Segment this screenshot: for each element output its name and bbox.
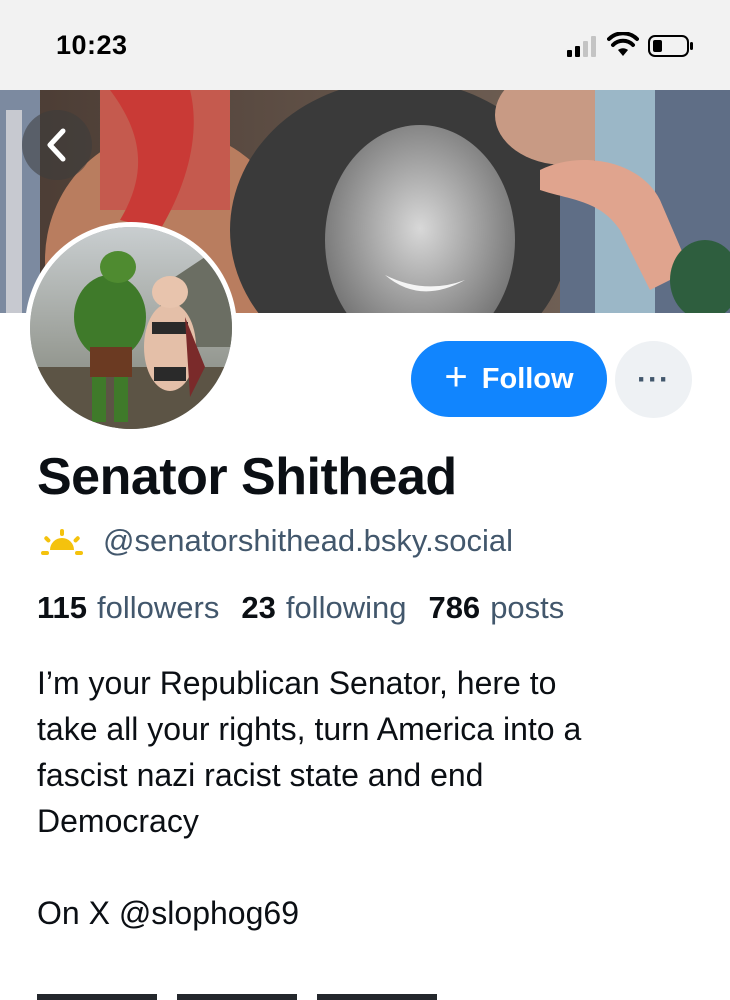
follow-button-label: Follow (481, 362, 574, 395)
followers-stat[interactable]: 115 followers (37, 590, 219, 626)
status-bar: 10:23 (0, 0, 730, 90)
followers-count: 115 (37, 590, 88, 625)
back-button[interactable] (22, 110, 92, 180)
posts-label: posts (490, 590, 565, 625)
handle: @senatorshithead.bsky.social (103, 523, 513, 558)
following-label: following (285, 590, 407, 625)
plus-icon: + (444, 355, 468, 399)
follow-button[interactable]: + Follow (411, 341, 607, 417)
avatar[interactable] (25, 222, 237, 434)
wifi-icon (607, 32, 639, 56)
battery-icon (648, 35, 693, 57)
posts-count: 786 (428, 590, 481, 625)
following-stat[interactable]: 23 following (241, 590, 406, 626)
chevron-left-icon (47, 128, 66, 162)
cut-off-content (37, 984, 447, 1000)
ellipsis-icon: ··· (637, 362, 670, 396)
following-count: 23 (241, 590, 276, 625)
more-options-button[interactable]: ··· (615, 341, 692, 418)
status-time: 10:23 (56, 30, 128, 60)
handle-row: @senatorshithead.bsky.social (37, 523, 513, 559)
profile-stats: 115 followers 23 following 786 posts (37, 590, 564, 626)
profile-bio: I’m your Republican Senator, here to tak… (37, 665, 582, 931)
followers-label: followers (97, 590, 220, 625)
sunrise-icon (41, 529, 83, 555)
display-name: Senator Shithead (37, 448, 457, 506)
posts-stat: 786 posts (428, 590, 564, 626)
cellular-signal-icon (567, 35, 597, 57)
